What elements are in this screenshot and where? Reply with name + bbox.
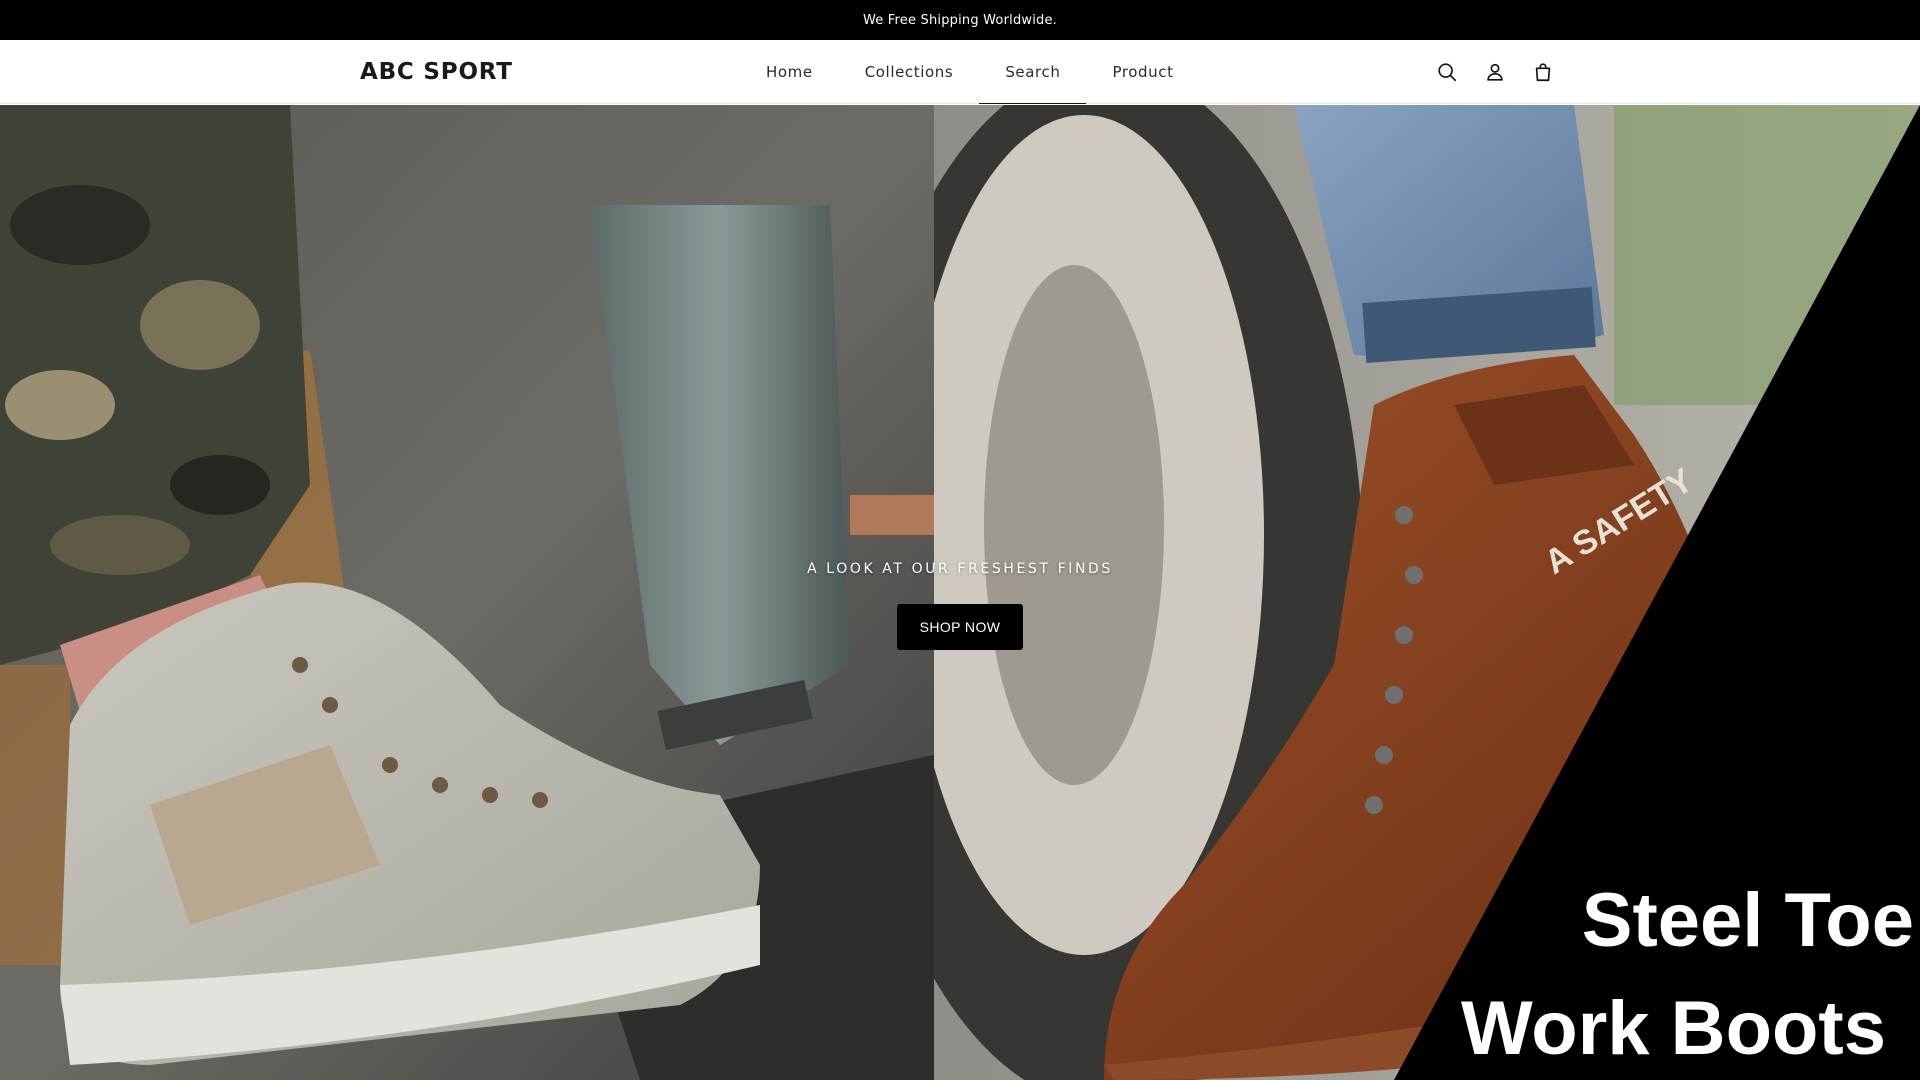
main-nav: Home Collections Search Product xyxy=(740,40,1200,104)
shop-now-button[interactable]: SHOP NOW xyxy=(897,604,1023,650)
nav-product[interactable]: Product xyxy=(1086,40,1199,104)
hero-banner: A SAFETY A LOOK AT OUR FRESHEST FINDS SH… xyxy=(0,105,1920,1080)
promo-title-line1: Steel Toe xyxy=(1581,878,1914,963)
search-icon[interactable] xyxy=(1434,59,1460,85)
logo[interactable]: ABC SPORT xyxy=(360,40,513,104)
announcement-bar: We Free Shipping Worldwide. xyxy=(0,0,1920,40)
nav-search[interactable]: Search xyxy=(979,40,1087,104)
account-icon[interactable] xyxy=(1482,59,1508,85)
hero-subheading: A LOOK AT OUR FRESHEST FINDS xyxy=(807,561,1113,577)
nav-collections[interactable]: Collections xyxy=(839,40,980,104)
cart-icon[interactable] xyxy=(1530,59,1556,85)
header-icons xyxy=(1434,40,1556,104)
hero-image-left xyxy=(0,105,934,1080)
promo-title-line2: Work Boots xyxy=(1460,986,1886,1071)
announcement-text: We Free Shipping Worldwide. xyxy=(862,12,1058,28)
site-header: ABC SPORT Home Collections Search Produc… xyxy=(0,40,1920,104)
nav-home[interactable]: Home xyxy=(740,40,839,104)
